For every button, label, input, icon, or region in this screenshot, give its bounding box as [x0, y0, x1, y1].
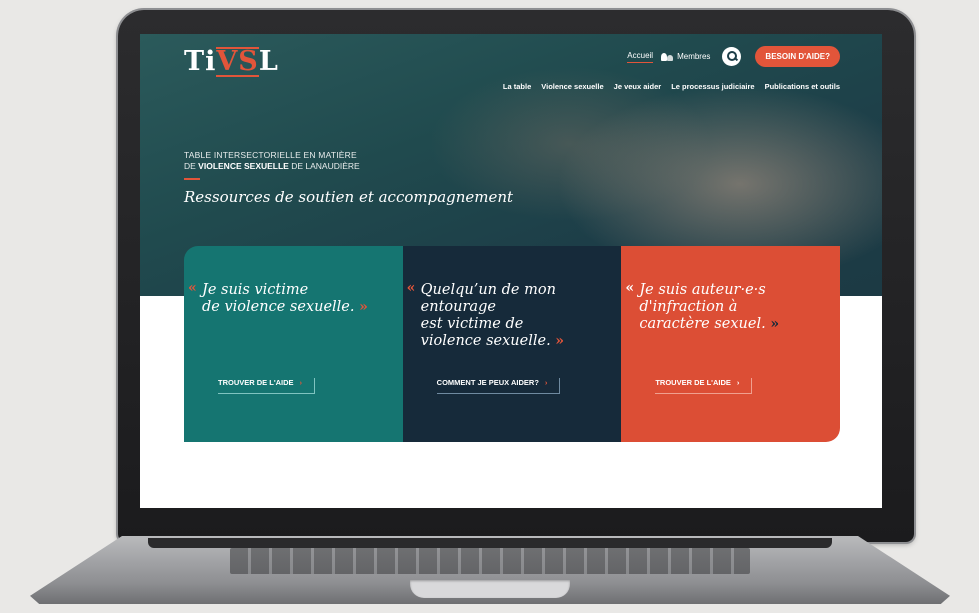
members-icon: [661, 52, 674, 61]
audience-cards: « Je suis victime de violence sexuelle. »…: [184, 246, 841, 442]
nav-members-link[interactable]: Membres: [661, 52, 710, 61]
tagline-pre: DE: [184, 161, 199, 171]
logo-part: L: [258, 46, 279, 77]
tagline-bold: VIOLENCE SEXUELLE: [198, 161, 289, 171]
quote-close-icon: »: [770, 316, 780, 332]
logo-part-accent: VS: [216, 46, 259, 77]
main-nav-item[interactable]: Je veux aider: [614, 82, 662, 91]
laptop-keyboard: [230, 548, 750, 574]
quote-open-icon: «: [625, 280, 635, 296]
main-nav: La table Violence sexuelle Je veux aider…: [503, 82, 840, 91]
chevron-right-icon: ›: [544, 378, 548, 387]
search-icon[interactable]: [722, 47, 742, 66]
card-quote-text: Quelqu’un de mon entourage est victime d…: [420, 282, 556, 349]
main-nav-item[interactable]: Publications et outils: [765, 82, 840, 91]
tagline-post: DE LANAUDIÈRE: [288, 161, 360, 171]
quote-open-icon: «: [406, 280, 416, 296]
card-entourage[interactable]: «Quelqu’un de mon entourage est victime …: [402, 246, 622, 442]
card-cta-button[interactable]: TROUVER DE L'AIDE ›: [218, 378, 316, 394]
hero-tagline: TABLE INTERSECTORIELLE EN MATIÈRE DE VIO…: [184, 150, 513, 206]
card-quote: «Quelqu’un de mon entourage est victime …: [407, 280, 606, 350]
laptop-hinge: [148, 538, 832, 548]
card-quote: «Je suis auteur·e·s d'infraction à carac…: [625, 280, 824, 333]
chevron-right-icon: ›: [299, 378, 303, 387]
card-quote-text: Je suis auteur·e·s d'infraction à caract…: [639, 282, 766, 332]
quote-close-icon: »: [359, 299, 368, 315]
cta-label: TROUVER DE L'AIDE: [655, 378, 731, 387]
card-author[interactable]: «Je suis auteur·e·s d'infraction à carac…: [621, 246, 841, 442]
chevron-right-icon: ›: [736, 378, 740, 387]
card-victim[interactable]: « Je suis victime de violence sexuelle. »…: [184, 246, 403, 442]
quote-close-icon: »: [555, 333, 565, 349]
nav-home-link[interactable]: Accueil: [627, 51, 654, 63]
quote-open-icon: «: [188, 280, 197, 296]
laptop-opening-notch: [410, 580, 570, 598]
need-help-button[interactable]: BESOIN D'AIDE?: [755, 46, 840, 67]
tagline-line2: DE VIOLENCE SEXUELLE DE LANAUDIÈRE: [184, 161, 513, 172]
cta-label: TROUVER DE L'AIDE: [218, 378, 294, 387]
site-logo[interactable]: TiVSL: [184, 46, 279, 77]
hero-subtitle: Ressources de soutien et accompagnement: [184, 188, 514, 206]
card-quote: « Je suis victime de violence sexuelle. »: [188, 280, 387, 316]
laptop-screen: TiVSL Accueil Membres BESOIN D'AIDE? La …: [140, 34, 882, 508]
main-nav-item[interactable]: Violence sexuelle: [541, 82, 603, 91]
cta-label: COMMENT JE PEUX AIDER?: [436, 378, 539, 387]
tagline-line1: TABLE INTERSECTORIELLE EN MATIÈRE: [184, 150, 357, 160]
tagline-divider: [184, 178, 200, 180]
card-quote-text: Je suis victime de violence sexuelle.: [202, 282, 355, 315]
top-utility-nav: Accueil Membres BESOIN D'AIDE?: [627, 46, 840, 67]
main-nav-item[interactable]: La table: [503, 82, 531, 91]
nav-members-label: Membres: [677, 52, 711, 61]
logo-part: Ti: [184, 46, 217, 77]
card-cta-button[interactable]: TROUVER DE L'AIDE ›: [655, 378, 753, 394]
card-cta-button[interactable]: COMMENT JE PEUX AIDER? ›: [436, 378, 561, 394]
main-nav-item[interactable]: Le processus judiciaire: [671, 82, 754, 91]
